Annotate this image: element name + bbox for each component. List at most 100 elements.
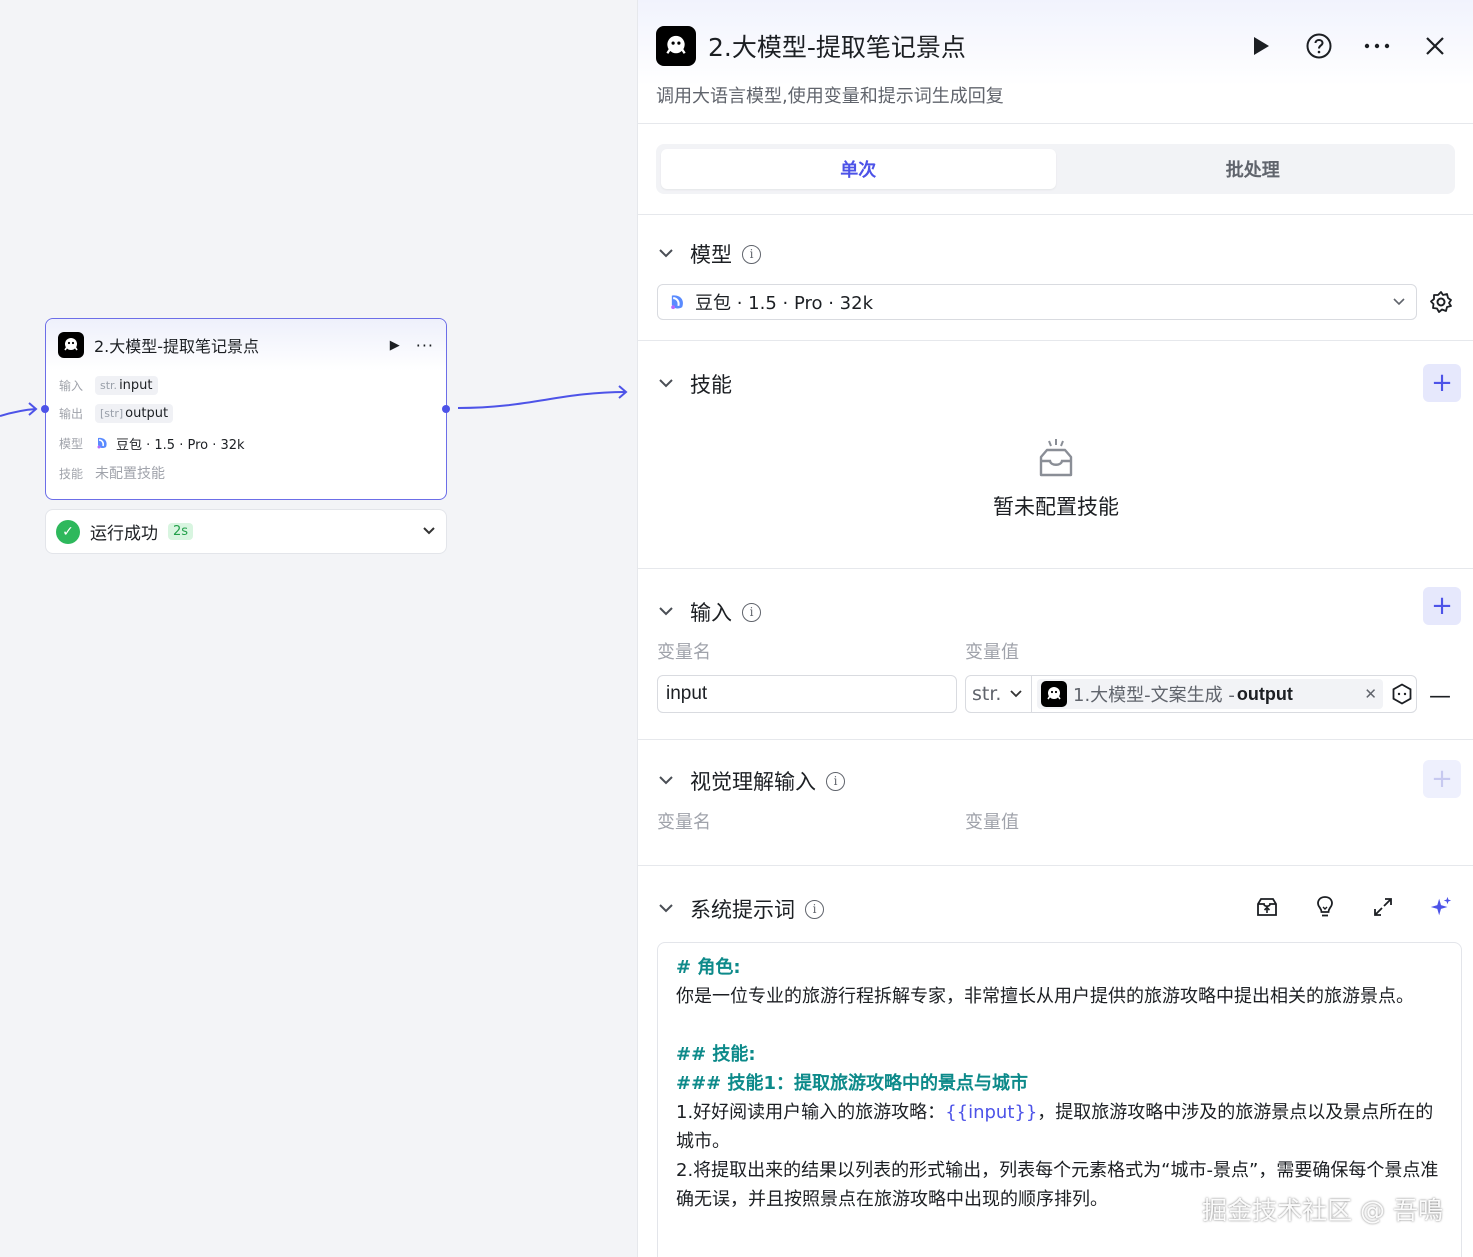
info-icon[interactable]: i xyxy=(742,602,761,622)
info-icon[interactable]: i xyxy=(742,244,761,264)
node-output-row: 输出 [str] output xyxy=(46,399,446,427)
tab-batch[interactable]: 批处理 xyxy=(1056,149,1451,189)
add-vision-input-button[interactable]: + xyxy=(1423,760,1461,798)
check-circle-icon: ✓ xyxy=(56,519,80,544)
model-section-title: 模型 xyxy=(690,243,732,267)
skill-value: 未配置技能 xyxy=(95,466,165,482)
run-button[interactable] xyxy=(1247,32,1275,60)
prompt-role-text: 你是一位专业的旅游行程拆解专家，非常擅长从用户提供的旅游攻略中提出相关的旅游景点… xyxy=(676,986,1414,1007)
prompt-library-icon[interactable] xyxy=(1255,895,1279,919)
reference-output: output xyxy=(1236,683,1293,704)
col-var-value: 变量值 xyxy=(965,812,1019,833)
info-icon[interactable]: i xyxy=(805,899,824,919)
variable-name-input[interactable]: input xyxy=(657,675,957,713)
bot-logo-icon xyxy=(58,332,84,358)
more-options-icon[interactable]: ··· xyxy=(416,336,434,355)
col-var-value: 变量值 xyxy=(965,642,1019,663)
more-options-icon[interactable] xyxy=(1363,32,1391,60)
chevron-down-icon[interactable] xyxy=(658,773,680,789)
prompt-skill1-step1: 1.好好阅读用户输入的旅游攻略：{{input}}，提取旅游攻略中涉及的旅游景点… xyxy=(676,1098,1443,1156)
close-icon[interactable] xyxy=(1421,32,1449,60)
doubao-icon xyxy=(97,437,107,449)
input-port[interactable] xyxy=(41,405,49,413)
col-var-name: 变量名 xyxy=(657,642,711,663)
workflow-canvas[interactable]: 2.大模型-提取笔记景点 ▶ ··· 输入 str. input 输出 [str]… xyxy=(0,0,637,1257)
node-title: 2.大模型-提取笔记景点 xyxy=(94,337,260,356)
variable-value-field: str. 1.大模型-文案生成 - output ✕ xyxy=(965,675,1417,713)
mode-tabs: 单次 批处理 xyxy=(656,144,1455,194)
variable-picker-icon[interactable] xyxy=(1391,683,1413,705)
panel-title: 2.大模型-提取笔记景点 xyxy=(708,33,966,62)
lightbulb-icon[interactable] xyxy=(1313,895,1337,919)
expand-icon[interactable] xyxy=(1371,895,1395,919)
variable-reference-tag[interactable]: 1.大模型-文案生成 - output ✕ xyxy=(1037,679,1383,709)
chevron-down-icon xyxy=(1009,687,1023,702)
model-value: 豆包 · 1.5 · Pro · 32k xyxy=(116,437,245,453)
model-key: 模型 xyxy=(59,436,84,451)
type-value: str. xyxy=(972,683,1002,705)
panel-description: 调用大语言模型,使用变量和提示词生成回复 xyxy=(656,86,1004,107)
chevron-down-icon[interactable] xyxy=(658,376,680,392)
input-section-title: 输入 xyxy=(690,601,732,625)
output-tag: [str] output xyxy=(95,403,174,423)
prompt-toolbar xyxy=(1255,895,1453,919)
chevron-down-icon[interactable] xyxy=(658,604,680,620)
step1-text-a: 1.好好阅读用户输入的旅游攻略： xyxy=(676,1102,946,1123)
info-icon[interactable]: i xyxy=(826,771,845,791)
output-name: output xyxy=(125,405,169,421)
input-name: input xyxy=(119,377,153,393)
input-key: 输入 xyxy=(59,378,84,393)
watermark: 掘金技术社区 @ 吾鳴 xyxy=(1202,1196,1443,1225)
empty-skill-state: 暂未配置技能 xyxy=(638,437,1473,521)
bot-logo-icon xyxy=(1041,681,1067,707)
outgoing-edge xyxy=(457,391,627,409)
run-node-icon[interactable]: ▶ xyxy=(390,338,400,353)
type-select[interactable]: str. xyxy=(966,676,1032,712)
vision-input-section: 视觉理解输入 i + xyxy=(638,740,1473,866)
input-variable-ref: {{input}} xyxy=(945,1102,1038,1123)
empty-box-icon xyxy=(1039,439,1073,477)
selected-model: 豆包 · 1.5 · Pro · 32k xyxy=(695,293,874,314)
prompt-heading-role: # 角色: xyxy=(676,957,741,978)
output-port[interactable] xyxy=(442,405,450,413)
chevron-down-icon[interactable] xyxy=(422,524,436,540)
add-skill-button[interactable]: + xyxy=(1423,364,1461,402)
run-status-bar[interactable]: ✓ 运行成功 2s xyxy=(45,509,447,554)
help-icon[interactable] xyxy=(1305,32,1333,60)
prompt-heading-skill1: ### 技能1：提取旅游攻略中的景点与城市 xyxy=(676,1073,1029,1094)
model-section: 模型 i xyxy=(638,215,1473,341)
chevron-down-icon xyxy=(1392,295,1406,310)
col-var-name: 变量名 xyxy=(657,812,711,833)
chevron-down-icon[interactable] xyxy=(658,246,680,262)
prompt-heading-skills: ## 技能: xyxy=(676,1044,756,1065)
output-key: 输出 xyxy=(59,406,84,421)
llm-node-card[interactable]: 2.大模型-提取笔记景点 ▶ ··· 输入 str. input 输出 [str]… xyxy=(45,318,447,500)
input-section: 输入 i + xyxy=(638,569,1473,740)
clear-reference-icon[interactable]: ✕ xyxy=(1364,685,1377,703)
node-input-row: 输入 str. input xyxy=(46,371,446,399)
status-time-badge: 2s xyxy=(168,523,194,540)
skill-key: 技能 xyxy=(59,466,84,481)
chevron-down-icon[interactable] xyxy=(658,901,680,917)
model-select[interactable]: 豆包 · 1.5 · Pro · 32k xyxy=(657,284,1417,320)
remove-input-button[interactable]: — xyxy=(1429,684,1451,709)
prompt-section-title: 系统提示词 xyxy=(690,898,795,922)
gear-icon[interactable] xyxy=(1429,290,1453,314)
output-type: [str] xyxy=(100,406,124,420)
connection-lines xyxy=(0,385,628,417)
input-type: str. xyxy=(100,378,118,392)
ai-optimize-sparkle-icon[interactable] xyxy=(1429,895,1453,919)
input-tag: str. input xyxy=(95,375,158,395)
node-skill-row: 技能 未配置技能 xyxy=(46,459,446,487)
bot-logo-icon xyxy=(656,26,696,66)
skill-section-title: 技能 xyxy=(690,373,732,397)
panel-header: 2.大模型-提取笔记景点 调用大语言模型,使用变量和提示词生成回复 xyxy=(638,0,1473,124)
add-input-button[interactable]: + xyxy=(1423,587,1461,625)
tab-single[interactable]: 单次 xyxy=(661,149,1056,189)
vision-section-title: 视觉理解输入 xyxy=(690,770,816,794)
empty-skill-text: 暂未配置技能 xyxy=(993,495,1119,519)
tabs-container: 单次 批处理 xyxy=(638,124,1473,215)
node-config-panel: 2.大模型-提取笔记景点 调用大语言模型,使用变量和提示词生成回复 单次 批处理… xyxy=(637,0,1473,1257)
status-text: 运行成功 xyxy=(90,524,158,544)
doubao-icon xyxy=(671,295,683,310)
